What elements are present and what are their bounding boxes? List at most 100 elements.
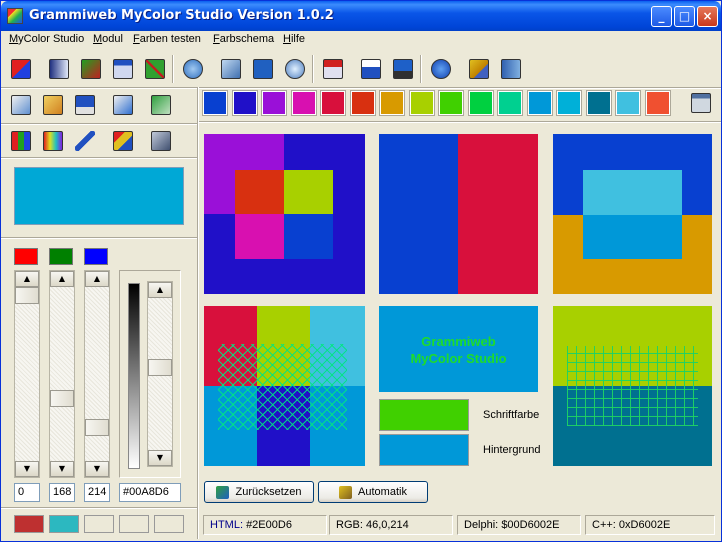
brightness-slider-thumb[interactable]	[148, 358, 172, 376]
hsb-mode-icon[interactable]	[39, 127, 67, 155]
font-color-box[interactable]	[379, 399, 469, 431]
find-window-icon[interactable]	[217, 55, 245, 83]
window-color-icon[interactable]	[109, 55, 137, 83]
status-rgb: RGB: 46,0,214	[329, 515, 453, 535]
palette-swatch[interactable]	[379, 90, 405, 116]
blue-slider-thumb[interactable]	[85, 418, 109, 436]
brightness-slider-down-arrow[interactable]: ▼	[148, 450, 172, 466]
info-palette-icon[interactable]	[109, 91, 137, 119]
recent-color-3[interactable]	[84, 515, 114, 533]
search-icon[interactable]	[281, 55, 309, 83]
brightness-slider-up-arrow[interactable]: ▲	[148, 282, 172, 298]
palette-swatch[interactable]	[585, 90, 612, 116]
palette-swatch[interactable]	[467, 90, 494, 116]
recent-color-1[interactable]	[14, 515, 44, 533]
properties-icon[interactable]	[357, 55, 385, 83]
current-color-preview	[14, 167, 184, 225]
palette-swatch[interactable]	[644, 90, 671, 116]
red-channel-chip	[14, 248, 38, 265]
recent-color-4[interactable]	[119, 515, 149, 533]
toolbar-separator	[172, 55, 174, 83]
preview-area: Grammiweb MyColor Studio Schriftfarbe Hi…	[197, 125, 721, 477]
background-label: Hintergrund	[483, 444, 541, 456]
auto-button[interactable]: Automatik	[318, 481, 428, 503]
palette-swatch[interactable]	[349, 90, 376, 116]
preview-grid	[553, 306, 712, 466]
palette-swatch[interactable]	[202, 90, 228, 116]
palette-swatch[interactable]	[615, 90, 641, 116]
trash-icon[interactable]	[687, 89, 715, 117]
toolbar-separator	[420, 55, 422, 83]
minimize-button[interactable]: _	[651, 6, 672, 27]
logo-line-2: MyColor Studio	[410, 351, 507, 366]
green-slider-down-arrow[interactable]: ▼	[50, 461, 74, 477]
title-bar[interactable]: Grammiweb MyColor Studio Version 1.0.2 _…	[1, 1, 721, 31]
status-delphi: Delphi: $00D6002E	[457, 515, 581, 535]
magic-wand-icon	[339, 485, 353, 499]
recent-color-2[interactable]	[49, 515, 79, 533]
palette-swatch[interactable]	[320, 90, 346, 116]
refresh-icon	[216, 485, 230, 499]
palette-swatch[interactable]	[231, 90, 258, 116]
green-slider[interactable]: ▲ ▼	[49, 270, 75, 478]
preview-hatched-grid	[204, 306, 365, 466]
magic-brush-icon[interactable]	[109, 127, 137, 155]
green-slider-up-arrow[interactable]: ▲	[50, 271, 74, 287]
fill-bucket-icon[interactable]	[147, 127, 175, 155]
app-icon	[7, 8, 23, 24]
menu-hilfe[interactable]: Hilfe	[283, 33, 305, 45]
help-icon[interactable]	[427, 55, 455, 83]
close-button[interactable]: ×	[697, 6, 718, 27]
new-palette-icon[interactable]	[7, 91, 35, 119]
door-exit-icon[interactable]	[497, 55, 525, 83]
blue-slider[interactable]: ▲ ▼	[84, 270, 110, 478]
eyedropper-icon[interactable]	[71, 127, 99, 155]
maximize-button[interactable]: □	[674, 6, 695, 27]
background-color-box[interactable]	[379, 434, 469, 466]
palette-swatch[interactable]	[290, 90, 317, 116]
color-picker-icon[interactable]	[7, 55, 35, 83]
gradient-icon[interactable]	[45, 55, 73, 83]
palette-swatch[interactable]	[497, 90, 523, 116]
rgb-mode-icon[interactable]	[7, 127, 35, 155]
blue-value-field[interactable]: 214	[84, 483, 110, 502]
blue-slider-down-arrow[interactable]: ▼	[85, 461, 109, 477]
red-slider[interactable]: ▲ ▼	[14, 270, 40, 478]
reset-button[interactable]: Zurücksetzen	[204, 481, 314, 503]
globe-lock-icon[interactable]	[179, 55, 207, 83]
no-color-icon[interactable]	[141, 55, 169, 83]
save-palette-icon[interactable]	[71, 91, 99, 119]
toolbar-separator	[312, 55, 314, 83]
recent-color-5[interactable]	[154, 515, 184, 533]
info-icon[interactable]	[249, 55, 277, 83]
palette-divider	[199, 121, 721, 123]
palette-swatch[interactable]	[408, 90, 435, 116]
menu-farben-testen[interactable]: Farben testen	[133, 33, 201, 45]
red-slider-up-arrow[interactable]: ▲	[15, 271, 39, 287]
preview-banded	[553, 134, 712, 294]
red-slider-thumb[interactable]	[15, 287, 39, 304]
status-cpp: C++: 0xD6002E	[585, 515, 715, 535]
left-panel: ▲ ▼ ▲ ▼ ▲ ▼ ▲ ▼ 0 168 214 #00A8D6	[1, 87, 197, 537]
palette-swatch[interactable]	[556, 90, 582, 116]
brightness-slider[interactable]: ▲ ▼	[147, 281, 173, 467]
left-divider-1	[1, 123, 197, 125]
import-palette-icon[interactable]	[147, 91, 175, 119]
palette-swatch[interactable]	[526, 90, 553, 116]
menu-mycolor-studio[interactable]: MyColor Studio	[9, 33, 84, 45]
green-value-field[interactable]: 168	[49, 483, 75, 502]
red-value-field[interactable]: 0	[14, 483, 40, 502]
palette-swatch[interactable]	[261, 90, 287, 116]
save-special-icon[interactable]	[319, 55, 347, 83]
download-icon[interactable]	[389, 55, 417, 83]
open-palette-icon[interactable]	[39, 91, 67, 119]
green-slider-thumb[interactable]	[50, 390, 74, 408]
menu-farbschema[interactable]: Farbschema	[213, 33, 274, 45]
red-slider-down-arrow[interactable]: ▼	[15, 461, 39, 477]
key-icon[interactable]	[465, 55, 493, 83]
gradient-2-icon[interactable]	[77, 55, 105, 83]
hex-value-field[interactable]: #00A8D6	[119, 483, 181, 502]
menu-modul[interactable]: Modul	[93, 33, 123, 45]
blue-slider-up-arrow[interactable]: ▲	[85, 271, 109, 287]
palette-swatch[interactable]	[438, 90, 464, 116]
